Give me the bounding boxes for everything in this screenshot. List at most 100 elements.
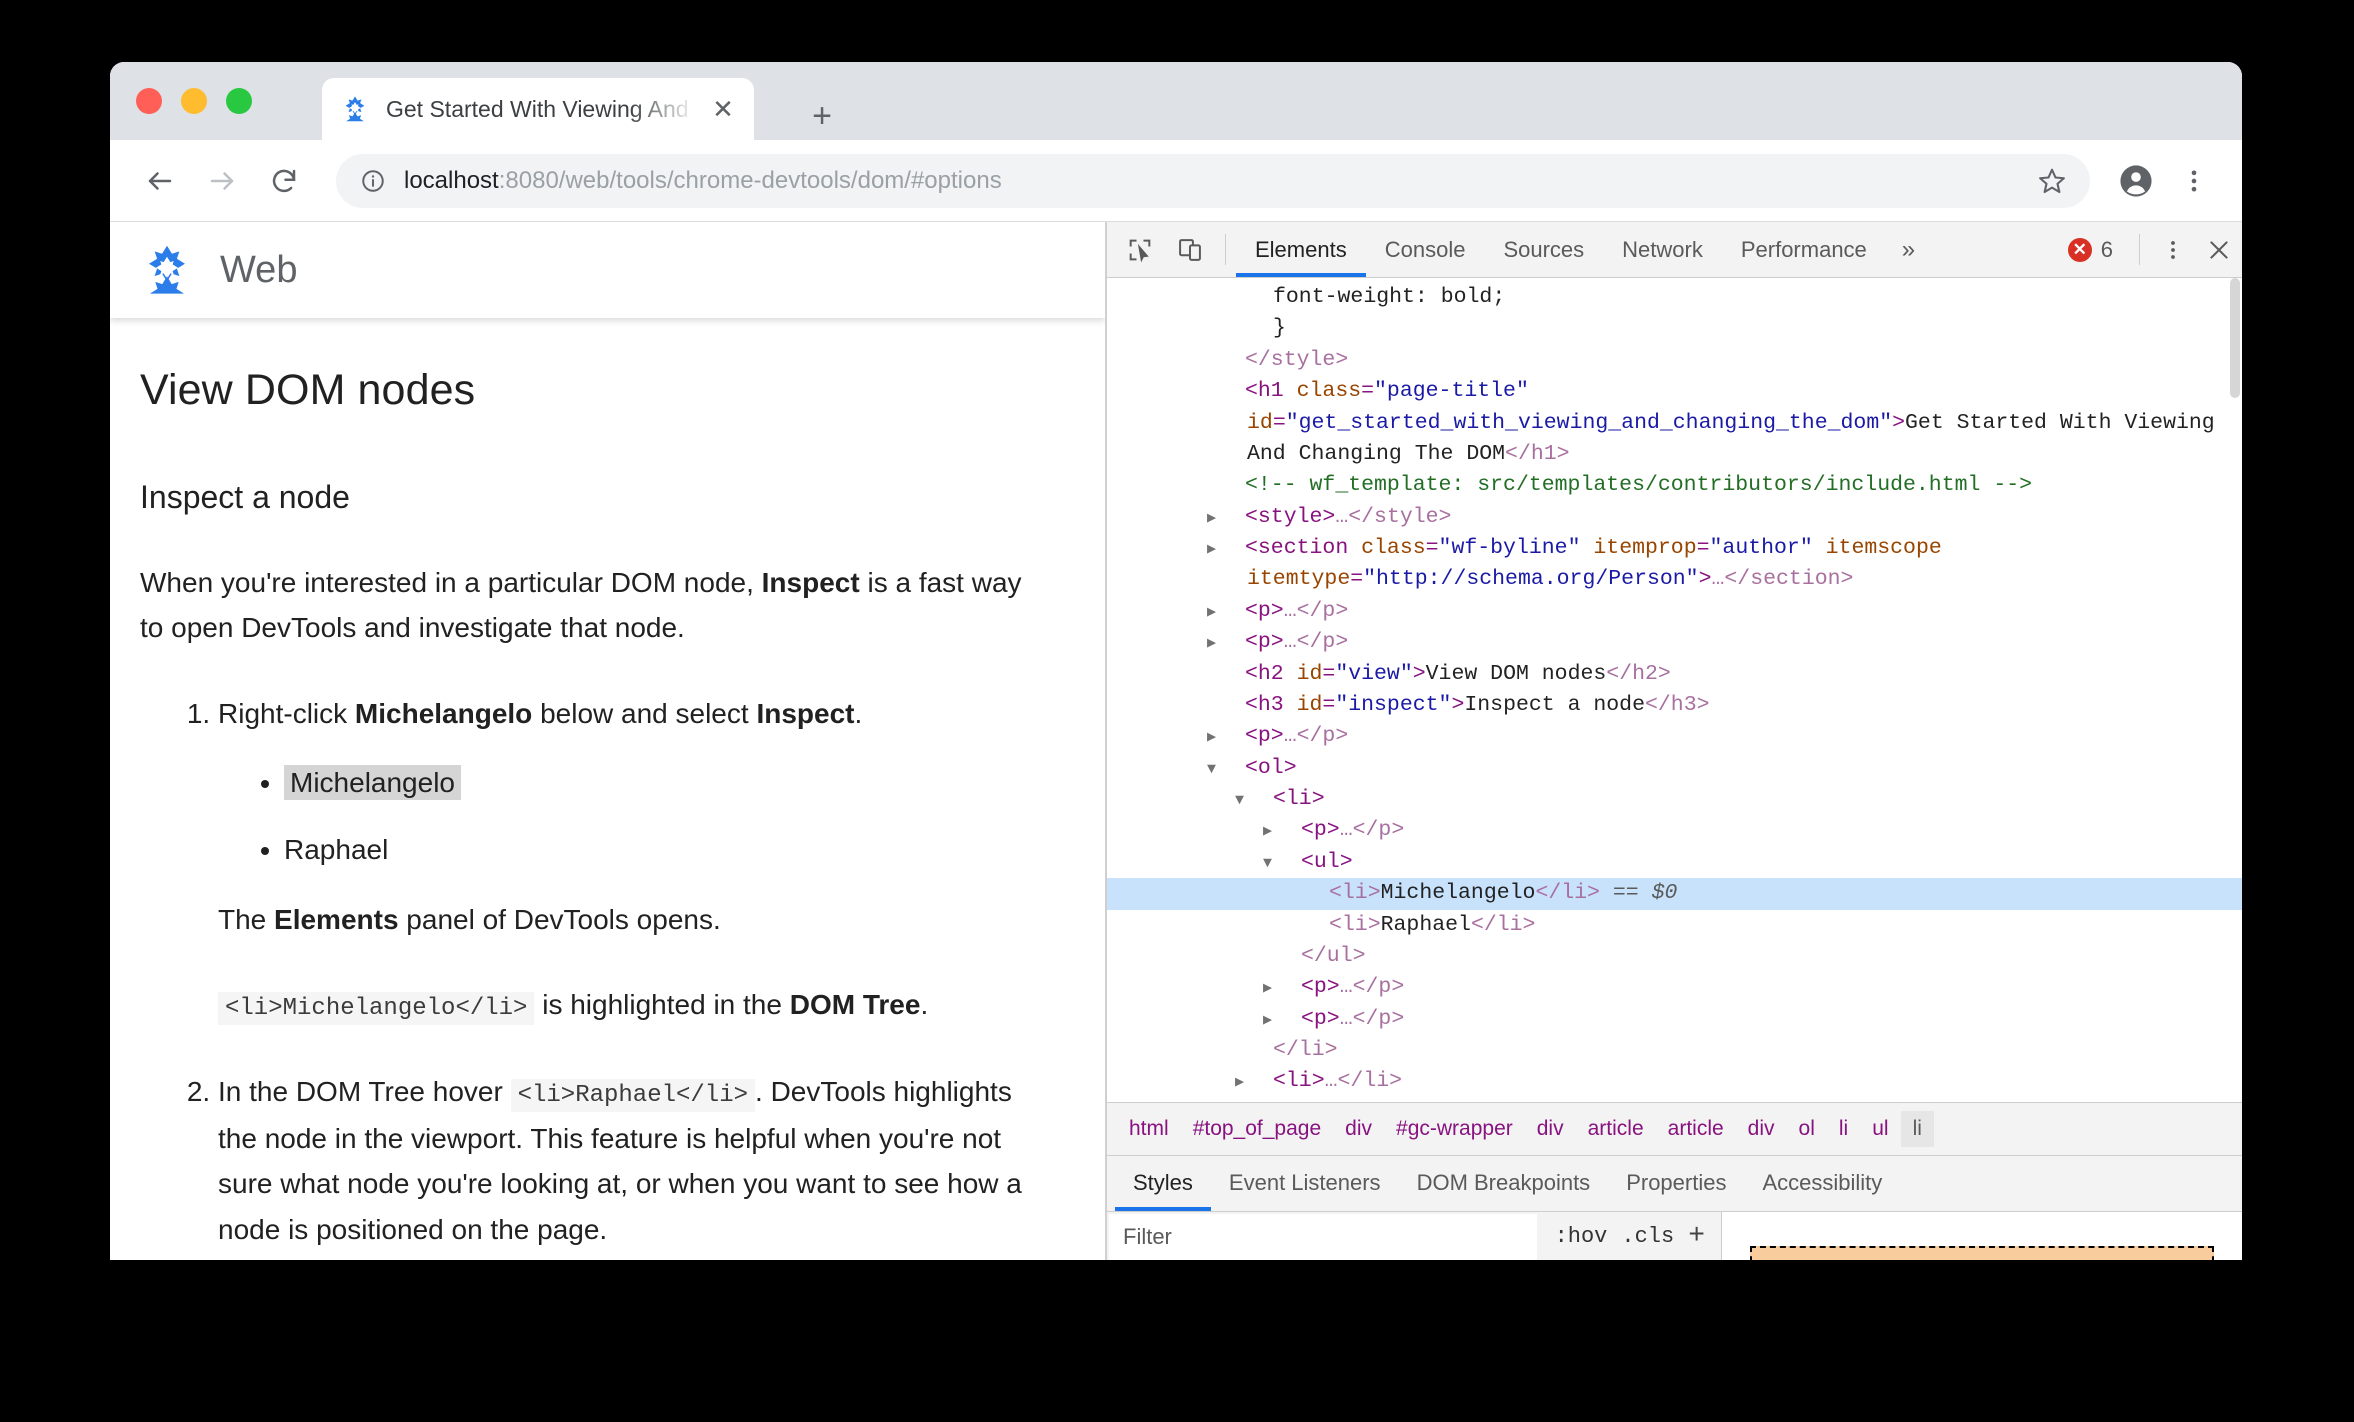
browser-tab[interactable]: Get Started With Viewing And C ✕ (322, 78, 754, 140)
breadcrumb[interactable]: html #top_of_page div #gc-wrapper div article… (1107, 1101, 2242, 1155)
twisty-expanded-icon[interactable] (1283, 853, 1301, 875)
twisty-collapsed-icon[interactable] (1227, 727, 1245, 749)
dom-node-row[interactable]: <p>…</p> (1107, 627, 2242, 658)
breadcrumb-item[interactable]: div (1525, 1111, 1576, 1147)
bookmark-star-icon[interactable] (2030, 159, 2074, 203)
dom-node-row[interactable]: </li> (1107, 1035, 2242, 1066)
tab-sources[interactable]: Sources (1484, 222, 1603, 277)
breadcrumb-item[interactable]: ul (1860, 1111, 1900, 1147)
breadcrumb-item[interactable]: ol (1787, 1111, 1827, 1147)
breadcrumb-item[interactable]: li (1900, 1110, 1934, 1147)
dom-node-row[interactable]: <li>…</li> (1107, 1066, 2242, 1097)
dom-token: = (1361, 379, 1375, 404)
zoom-window-button[interactable] (226, 88, 252, 114)
address-bar[interactable]: localhost:8080/web/tools/chrome-devtools… (336, 153, 2090, 208)
tab-close-icon[interactable]: ✕ (706, 92, 740, 126)
dom-node-row[interactable]: <li>…</li> (1107, 1098, 2242, 1102)
raphael-node[interactable]: Raphael (284, 834, 388, 865)
twisty-collapsed-icon[interactable] (1283, 821, 1301, 843)
twisty-collapsed-icon[interactable] (1227, 508, 1245, 530)
dom-token: <p> (1245, 724, 1284, 749)
michelangelo-node[interactable]: Michelangelo (284, 765, 461, 801)
dom-node-row[interactable]: <p>…</p> (1107, 815, 2242, 846)
dom-node-row[interactable]: <h1 class="page-title" id="get_started_w… (1107, 376, 2242, 470)
dom-node-row[interactable]: <li> (1107, 784, 2242, 815)
back-button[interactable] (132, 153, 188, 209)
dom-node-row[interactable]: } (1107, 313, 2242, 344)
subtab-properties[interactable]: Properties (1608, 1156, 1744, 1211)
dom-node-row[interactable]: <p>…</p> (1107, 721, 2242, 752)
twisty-collapsed-icon[interactable] (1283, 1010, 1301, 1032)
breadcrumb-item[interactable]: div (1736, 1111, 1787, 1147)
twisty-collapsed-icon[interactable] (1227, 602, 1245, 624)
close-window-button[interactable] (136, 88, 162, 114)
dom-node-row[interactable]: <h3 id="inspect">Inspect a node</h3> (1107, 690, 2242, 721)
info-circle-icon[interactable] (358, 166, 388, 196)
twisty-expanded-icon[interactable] (1227, 759, 1245, 781)
dom-node-row[interactable]: <ol> (1107, 753, 2242, 784)
inspect-cursor-icon[interactable] (1115, 222, 1165, 277)
tab-console[interactable]: Console (1366, 222, 1485, 277)
profile-avatar-icon[interactable] (2110, 155, 2162, 207)
hov-toggle-button[interactable]: :hov (1555, 1224, 1608, 1249)
breadcrumb-item[interactable]: #top_of_page (1181, 1111, 1333, 1147)
breadcrumb-item[interactable]: article (1656, 1111, 1736, 1147)
styles-filter-input[interactable] (1109, 1213, 1537, 1260)
twisty-expanded-icon[interactable] (1255, 790, 1273, 812)
dom-token: == $0 (1612, 881, 1678, 906)
dom-node-row[interactable]: font-weight: bold; (1107, 282, 2242, 313)
subtab-event-listeners[interactable]: Event Listeners (1211, 1156, 1399, 1211)
tab-elements[interactable]: Elements (1236, 222, 1366, 277)
page-title: View DOM nodes (140, 366, 476, 414)
dom-token: font-weight: bold; (1273, 285, 1506, 309)
subtab-styles[interactable]: Styles (1115, 1156, 1211, 1211)
dom-token: </ul> (1301, 943, 1366, 968)
subtab-accessibility[interactable]: Accessibility (1744, 1156, 1900, 1211)
breadcrumb-item[interactable]: html (1117, 1111, 1181, 1147)
browser-menu-icon[interactable] (2168, 155, 2220, 207)
dom-node-row[interactable]: <section class="wf-byline" itemprop="aut… (1107, 533, 2242, 596)
dom-node-row[interactable]: <!-- wf_template: src/templates/contribu… (1107, 470, 2242, 501)
dom-token: id (1296, 692, 1323, 717)
breadcrumb-item[interactable]: li (1827, 1111, 1860, 1147)
devtools-menu-icon[interactable] (2150, 222, 2196, 277)
subtab-dom-breakpoints[interactable]: DOM Breakpoints (1399, 1156, 1609, 1211)
dom-node-row[interactable]: <p>…</p> (1107, 972, 2242, 1003)
dom-token: </style> (1245, 347, 1349, 372)
forward-button[interactable] (194, 153, 250, 209)
url-path: :8080/web/tools/chrome-devtools/dom/#opt… (498, 166, 1002, 194)
more-tabs-chevron-icon[interactable]: » (1886, 222, 1931, 277)
toolbar-spacer (1931, 222, 2052, 277)
devtools-close-icon[interactable] (2196, 222, 2242, 277)
reload-button[interactable] (256, 153, 312, 209)
dom-node-row[interactable]: <h2 id="view">View DOM nodes</h2> (1107, 659, 2242, 690)
tab-network[interactable]: Network (1603, 222, 1722, 277)
error-count-badge[interactable]: ✕ 6 (2052, 222, 2129, 277)
breadcrumb-item[interactable]: article (1576, 1111, 1656, 1147)
dom-node-row-selected[interactable]: …<li>Michelangelo</li> == $0 (1107, 878, 2242, 910)
breadcrumb-item[interactable]: #gc-wrapper (1384, 1111, 1525, 1147)
dom-node-row[interactable]: <p>…</p> (1107, 596, 2242, 627)
device-toolbar-icon[interactable] (1165, 222, 1215, 277)
dom-node-row[interactable]: <li>Raphael</li> (1107, 910, 2242, 941)
dom-node-row[interactable]: </style> (1107, 345, 2242, 376)
tab-performance[interactable]: Performance (1722, 222, 1886, 277)
twisty-collapsed-icon[interactable] (1283, 978, 1301, 1000)
twisty-collapsed-icon[interactable] (1227, 633, 1245, 655)
new-style-rule-button[interactable]: + (1688, 1222, 1705, 1251)
new-tab-button[interactable]: + (800, 94, 844, 138)
dom-node-row[interactable]: <style>…</style> (1107, 502, 2242, 533)
dom-node-row[interactable]: <p>…</p> (1107, 1004, 2242, 1035)
list-item[interactable]: Raphael (284, 827, 1045, 872)
minimize-window-button[interactable] (181, 88, 207, 114)
twisty-collapsed-icon[interactable] (1227, 539, 1245, 561)
dom-tree[interactable]: font-weight: bold;} </style> <h1 class="pa… (1107, 278, 2242, 1102)
dom-node-row[interactable]: <ul> (1107, 847, 2242, 878)
twisty-collapsed-icon[interactable] (1255, 1072, 1273, 1094)
box-model-diagram[interactable] (1750, 1245, 2214, 1260)
dom-token: <ol> (1245, 755, 1297, 780)
cls-toggle-button[interactable]: .cls (1621, 1224, 1674, 1249)
dom-node-row[interactable]: </ul> (1107, 941, 2242, 972)
list-item[interactable]: Michelangelo (284, 760, 1045, 805)
breadcrumb-item[interactable]: div (1333, 1111, 1384, 1147)
